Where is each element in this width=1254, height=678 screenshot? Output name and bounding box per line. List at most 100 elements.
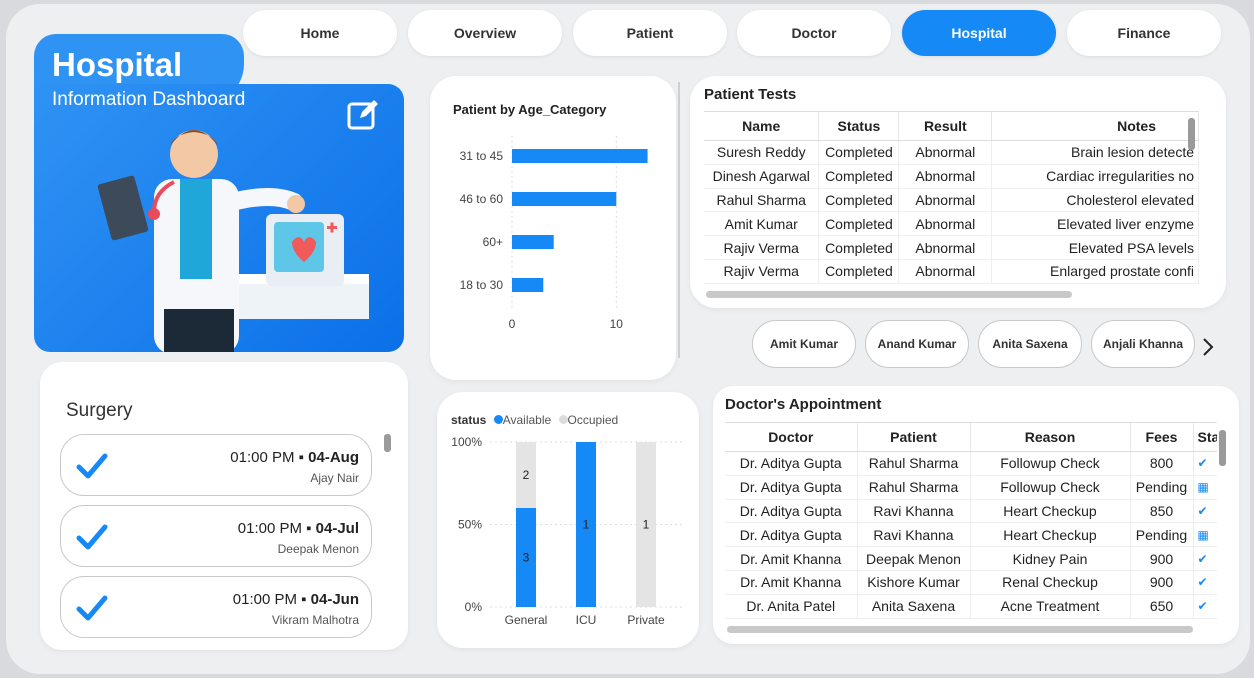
check-icon: [76, 595, 108, 621]
data-label: 2: [523, 468, 530, 482]
table-row[interactable]: Dr. Amit Khanna Deepak Menon Kidney Pain 90…: [725, 546, 1217, 571]
legend-title: status: [451, 413, 487, 427]
table-row[interactable]: Rahul Sharma Completed Abnormal Cholesterol…: [704, 188, 1199, 213]
table-cell: Abnormal: [898, 164, 993, 189]
surgery-item[interactable]: 01:00 PM ▪ 04-Jul Deepak Menon: [60, 505, 372, 567]
table-row[interactable]: Dr. Aditya Gupta Ravi Khanna Heart Checkup…: [725, 522, 1217, 548]
appointments-hscroll[interactable]: [727, 626, 1193, 633]
table-cell: Abnormal: [898, 211, 993, 237]
x-tick-label: ICU: [576, 613, 597, 627]
nav-patient[interactable]: Patient: [573, 10, 727, 56]
age-tick-label: 31 to 45: [460, 149, 504, 163]
table-cell: 900: [1130, 546, 1194, 571]
doctor-chip[interactable]: Anand Kumar: [865, 320, 969, 368]
table-cell: 650: [1130, 594, 1194, 619]
table-cell: Dr. Aditya Gupta: [725, 451, 858, 476]
doctor-chip[interactable]: Anjali Khanna: [1091, 320, 1195, 368]
x-tick-label: 10: [610, 317, 624, 331]
surgery-time: 01:00 PM ▪ 04-Jun: [232, 591, 359, 608]
col-status[interactable]: Sta: [1193, 423, 1217, 452]
check-icon: ✔: [1193, 546, 1217, 571]
table-cell: Completed: [818, 235, 900, 260]
table-cell: Dr. Aditya Gupta: [725, 499, 858, 524]
table-row[interactable]: Dinesh Agarwal Completed Abnormal Cardiac i…: [704, 164, 1199, 189]
patient-tests-hscroll[interactable]: [706, 291, 1072, 298]
table-cell: Rahul Sharma: [857, 451, 971, 476]
surgery-scrollbar[interactable]: [384, 434, 391, 452]
table-cell: Deepak Menon: [857, 546, 971, 571]
surgery-item[interactable]: 01:00 PM ▪ 04-Aug Ajay Nair: [60, 434, 372, 496]
status-legend: status Available Occupied: [451, 413, 618, 427]
table-cell: Abnormal: [898, 235, 993, 260]
age-bar[interactable]: [512, 235, 554, 249]
appointments-vscroll[interactable]: [1219, 430, 1226, 466]
nav-hospital[interactable]: Hospital: [902, 10, 1056, 56]
table-row[interactable]: Dr. Anita Patel Anita Saxena Acne Treatmen…: [725, 594, 1217, 619]
nav-overview[interactable]: Overview: [408, 10, 562, 56]
table-cell: Followup Check: [970, 451, 1131, 476]
doctor-chip[interactable]: Anita Saxena: [978, 320, 1082, 368]
table-cell: 800: [1130, 451, 1194, 476]
table-cell: Followup Check: [970, 475, 1131, 500]
table-cell: Rahul Sharma: [857, 475, 971, 500]
age-chart-title: Patient by Age_Category: [453, 102, 607, 117]
age-bar[interactable]: [512, 278, 544, 292]
hero-subtitle: Information Dashboard: [52, 89, 246, 110]
col-result[interactable]: Result: [898, 112, 993, 141]
table-cell: Abnormal: [898, 188, 993, 213]
col-reason[interactable]: Reason: [970, 423, 1131, 452]
surgery-time: 01:00 PM ▪ 04-Aug: [230, 449, 359, 466]
col-doctor[interactable]: Doctor: [725, 423, 858, 452]
patient-tests-vscroll[interactable]: [1188, 118, 1195, 150]
patient-tests-table: Name Status Result Notes Suresh Reddy Com…: [704, 111, 1199, 284]
table-row[interactable]: Suresh Reddy Completed Abnormal Brain lesio…: [704, 140, 1199, 165]
table-row[interactable]: Dr. Aditya Gupta Rahul Sharma Followup Che…: [725, 475, 1217, 500]
check-icon: [76, 524, 108, 550]
nav-finance[interactable]: Finance: [1067, 10, 1221, 56]
table-cell: Dr. Aditya Gupta: [725, 475, 858, 500]
table-cell: Heart Checkup: [970, 499, 1131, 524]
doctor-chip[interactable]: Amit Kumar: [752, 320, 856, 368]
table-row[interactable]: Dr. Aditya Gupta Ravi Khanna Heart Checkup…: [725, 499, 1217, 524]
nav-doctor[interactable]: Doctor: [737, 10, 891, 56]
legend-available[interactable]: Available: [503, 413, 551, 427]
y-tick-label: 0%: [465, 600, 483, 614]
col-patient[interactable]: Patient: [857, 423, 971, 452]
table-cell: Pending: [1130, 475, 1194, 500]
age-bar[interactable]: [512, 192, 617, 206]
table-cell: Ravi Khanna: [857, 522, 971, 548]
surgery-patient: Ajay Nair: [310, 471, 359, 485]
table-row[interactable]: Amit Kumar Completed Abnormal Elevated live…: [704, 211, 1199, 237]
appointments-title: Doctor's Appointment: [725, 396, 882, 413]
table-row[interactable]: Dr. Aditya Gupta Rahul Sharma Followup Che…: [725, 451, 1217, 476]
table-cell: Enlarged prostate confi: [991, 259, 1199, 284]
table-cell: Dr. Aditya Gupta: [725, 522, 858, 548]
age-bar[interactable]: [512, 149, 648, 163]
chevron-right-icon[interactable]: [1200, 336, 1216, 358]
age-tick-label: 46 to 60: [460, 192, 504, 206]
surgery-patient: Deepak Menon: [277, 542, 359, 556]
table-row[interactable]: Rajiv Verma Completed Abnormal Elevated PSA…: [704, 235, 1199, 260]
surgery-time: 01:00 PM ▪ 04-Jul: [237, 520, 359, 537]
col-notes[interactable]: Notes: [991, 112, 1199, 141]
table-cell: 900: [1130, 570, 1194, 595]
legend-available-dot: [493, 415, 503, 424]
table-cell: Rahul Sharma: [704, 188, 820, 213]
table-cell: Dr. Anita Patel: [725, 594, 858, 619]
appointments-table: Doctor Patient Reason Fees Sta Dr. Adity…: [725, 422, 1217, 619]
table-row[interactable]: Rajiv Verma Completed Abnormal Enlarged pro…: [704, 259, 1199, 284]
calendar-icon: ▦: [1193, 475, 1217, 500]
data-label: 3: [523, 551, 530, 565]
surgery-item[interactable]: 01:00 PM ▪ 04-Jun Vikram Malhotra: [60, 576, 372, 638]
table-cell: Abnormal: [898, 140, 993, 165]
age-tick-label: 18 to 30: [460, 278, 504, 292]
table-cell: Pending: [1130, 522, 1194, 548]
col-name[interactable]: Name: [704, 112, 820, 141]
table-cell: 850: [1130, 499, 1194, 524]
surgery-title: Surgery: [66, 400, 133, 421]
legend-occupied[interactable]: Occupied: [568, 413, 619, 427]
table-row[interactable]: Dr. Amit Khanna Kishore Kumar Renal Checku…: [725, 570, 1217, 595]
col-status[interactable]: Status: [818, 112, 900, 141]
col-fees[interactable]: Fees: [1130, 423, 1194, 452]
table-cell: Renal Checkup: [970, 570, 1131, 595]
